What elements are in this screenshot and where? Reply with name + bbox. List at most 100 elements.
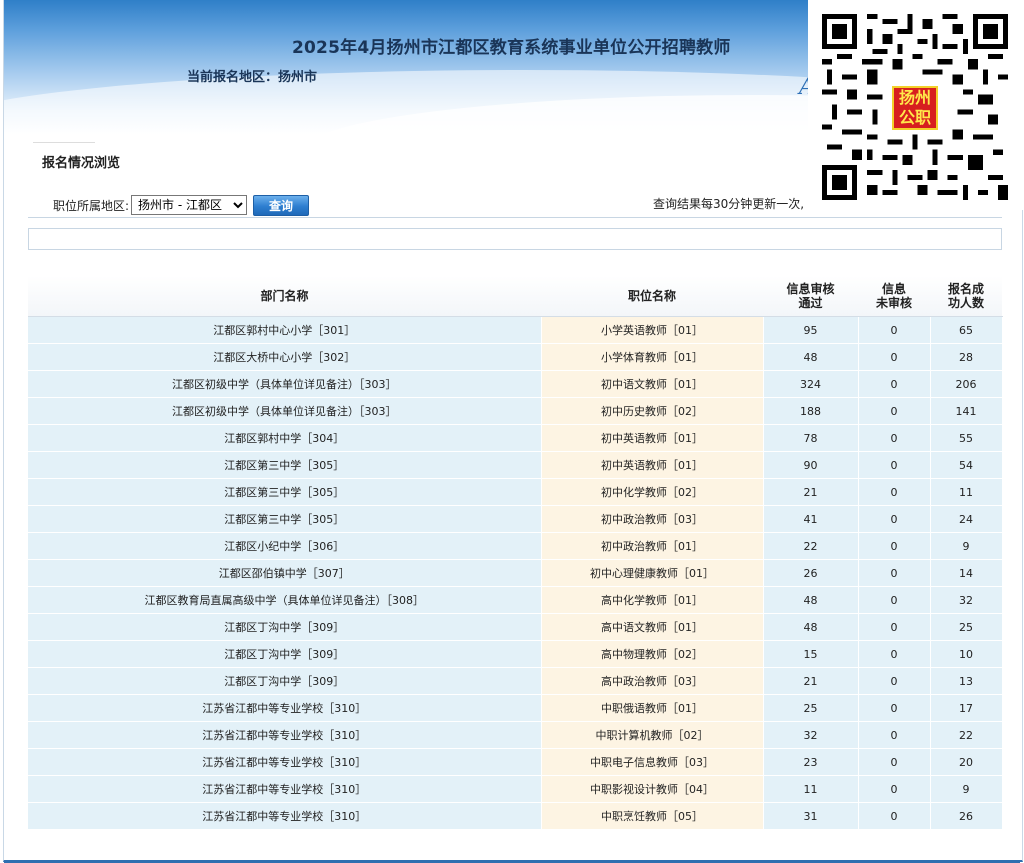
dept-cell: 江都区丁沟中学［309］: [28, 640, 542, 668]
position-cell: 初中政治教师［03］: [541, 505, 764, 533]
position-cell: 中职俄语教师［01］: [541, 694, 764, 722]
reviewed-count-cell: 90: [763, 451, 859, 479]
dept-cell: 江苏省江都中等专业学校［310］: [28, 721, 542, 749]
success-count-cell: 25: [930, 613, 1003, 641]
success-count-cell: 20: [930, 748, 1003, 776]
reviewed-count-cell: 188: [763, 397, 859, 425]
update-note: 查询结果每30分钟更新一次,: [653, 197, 805, 211]
table-row: 江都区丁沟中学［309］ 高中政治教师［03］ 21 0 13: [28, 667, 1003, 695]
unreviewed-count-cell: 0: [858, 802, 931, 830]
position-cell: 初中英语教师［01］: [541, 451, 764, 479]
reviewed-count-cell: 48: [763, 613, 859, 641]
dept-cell: 江都区初级中学（具体单位详见备注）［303］: [28, 397, 542, 425]
dept-cell: 江苏省江都中等专业学校［310］: [28, 775, 542, 803]
position-cell: 小学英语教师［01］: [541, 316, 764, 344]
region-select[interactable]: 扬州市 - 江都区: [131, 195, 248, 215]
col-header-position: 职位名称: [541, 276, 763, 317]
qr-badge-logo: 扬州公职: [892, 86, 938, 130]
unreviewed-count-cell: 0: [858, 586, 931, 614]
success-count-cell: 14: [930, 559, 1003, 587]
unreviewed-count-cell: 0: [858, 694, 931, 722]
unreviewed-count-cell: 0: [858, 505, 931, 533]
dept-cell: 江都区丁沟中学［309］: [28, 667, 542, 695]
query-button[interactable]: 查询: [253, 195, 309, 216]
success-count-cell: 17: [930, 694, 1003, 722]
dept-cell: 江都区第三中学［305］: [28, 451, 542, 479]
col-header-reviewed-line1: 信息审核: [786, 282, 835, 296]
dept-cell: 江都区郭村中心小学［301］: [28, 316, 542, 344]
dept-cell: 江苏省江都中等专业学校［310］: [28, 802, 542, 830]
reviewed-count-cell: 95: [763, 316, 859, 344]
table-body: 江都区郭村中心小学［301］ 小学英语教师［01］ 95 0 65 江都区大桥中心小学［3…: [28, 316, 1003, 830]
table-row: 江苏省江都中等专业学校［310］ 中职影视设计教师［04］ 11 0 9: [28, 775, 1003, 803]
page-title: 2025年4月扬州市江都区教育系统事业单位公开招聘教师: [292, 38, 731, 58]
unreviewed-count-cell: 0: [858, 667, 931, 695]
dept-cell: 江都区大桥中心小学［302］: [28, 343, 542, 371]
table-row: 江都区郭村中学［304］ 初中英语教师［01］ 78 0 55: [28, 424, 1003, 452]
col-header-dept: 部门名称: [28, 276, 541, 317]
dept-cell: 江都区第三中学［305］: [28, 505, 542, 533]
reviewed-count-cell: 22: [763, 532, 859, 560]
reviewed-count-cell: 11: [763, 775, 859, 803]
success-count-cell: 206: [930, 370, 1003, 398]
success-count-cell: 141: [930, 397, 1003, 425]
position-cell: 初中化学教师［02］: [541, 478, 764, 506]
position-cell: 高中化学教师［01］: [541, 586, 764, 614]
table-row: 江都区邵伯镇中学［307］ 初中心理健康教师［01］ 26 0 14: [28, 559, 1003, 587]
success-count-cell: 28: [930, 343, 1003, 371]
table-row: 江都区初级中学（具体单位详见备注）［303］ 初中语文教师［01］ 324 0 206: [28, 370, 1003, 398]
reviewed-count-cell: 15: [763, 640, 859, 668]
success-count-cell: 11: [930, 478, 1003, 506]
position-cell: 中职烹饪教师［05］: [541, 802, 764, 830]
table-row: 江都区第三中学［305］ 初中英语教师［01］ 90 0 54: [28, 451, 1003, 479]
dept-cell: 江都区郭村中学［304］: [28, 424, 542, 452]
unreviewed-count-cell: 0: [858, 451, 931, 479]
position-cell: 初中历史教师［02］: [541, 397, 764, 425]
section-divider: [33, 142, 95, 143]
reviewed-count-cell: 48: [763, 586, 859, 614]
col-header-success: 报名成 功人数: [930, 276, 1002, 317]
success-count-cell: 26: [930, 802, 1003, 830]
table-row: 江都区初级中学（具体单位详见备注）［303］ 初中历史教师［02］ 188 0 141: [28, 397, 1003, 425]
unreviewed-count-cell: 0: [858, 424, 931, 452]
success-count-cell: 65: [930, 316, 1003, 344]
dept-cell: 江苏省江都中等专业学校［310］: [28, 694, 542, 722]
reviewed-count-cell: 21: [763, 667, 859, 695]
unreviewed-count-cell: 0: [858, 721, 931, 749]
unreviewed-count-cell: 0: [858, 640, 931, 668]
unreviewed-count-cell: 0: [858, 613, 931, 641]
current-region-label: 当前报名地区：扬州市: [187, 70, 318, 85]
success-count-cell: 54: [930, 451, 1003, 479]
col-header-success-line1: 报名成: [947, 282, 984, 296]
separator-line: [28, 217, 1002, 218]
unreviewed-count-cell: 0: [858, 316, 931, 344]
success-count-cell: 24: [930, 505, 1003, 533]
table-row: 江苏省江都中等专业学校［310］ 中职电子信息教师［03］ 23 0 20: [28, 748, 1003, 776]
reviewed-count-cell: 21: [763, 478, 859, 506]
notice-box: [28, 228, 1002, 250]
table-row: 江都区教育局直属高级中学（具体单位详见备注）［308］ 高中化学教师［01］ 48 0…: [28, 586, 1003, 614]
table-row: 江都区郭村中心小学［301］ 小学英语教师［01］ 95 0 65: [28, 316, 1003, 344]
unreviewed-count-cell: 0: [858, 532, 931, 560]
table-row: 江都区大桥中心小学［302］ 小学体育教师［01］ 48 0 28: [28, 343, 1003, 371]
region-filter-label: 职位所属地区:: [53, 198, 130, 213]
unreviewed-count-cell: 0: [858, 775, 931, 803]
registration-table: 部门名称 职位名称 信息审核 通过 信息 未审核 报名成 功人数 江都区郭村中心…: [28, 276, 1003, 830]
col-header-unreviewed: 信息 未审核: [858, 276, 930, 317]
col-header-reviewed: 信息审核 通过: [763, 276, 858, 317]
success-count-cell: 9: [930, 775, 1003, 803]
dept-cell: 江都区教育局直属高级中学（具体单位详见备注）［308］: [28, 586, 542, 614]
dept-cell: 江都区丁沟中学［309］: [28, 613, 542, 641]
col-header-success-line2: 功人数: [947, 296, 984, 310]
position-cell: 中职影视设计教师［04］: [541, 775, 764, 803]
unreviewed-count-cell: 0: [858, 397, 931, 425]
reviewed-count-cell: 23: [763, 748, 859, 776]
position-cell: 中职电子信息教师［03］: [541, 748, 764, 776]
reviewed-count-cell: 41: [763, 505, 859, 533]
unreviewed-count-cell: 0: [858, 343, 931, 371]
position-cell: 初中政治教师［01］: [541, 532, 764, 560]
position-cell: 高中语文教师［01］: [541, 613, 764, 641]
section-title: 报名情况浏览: [42, 156, 121, 171]
table-row: 江苏省江都中等专业学校［310］ 中职俄语教师［01］ 25 0 17: [28, 694, 1003, 722]
reviewed-count-cell: 78: [763, 424, 859, 452]
